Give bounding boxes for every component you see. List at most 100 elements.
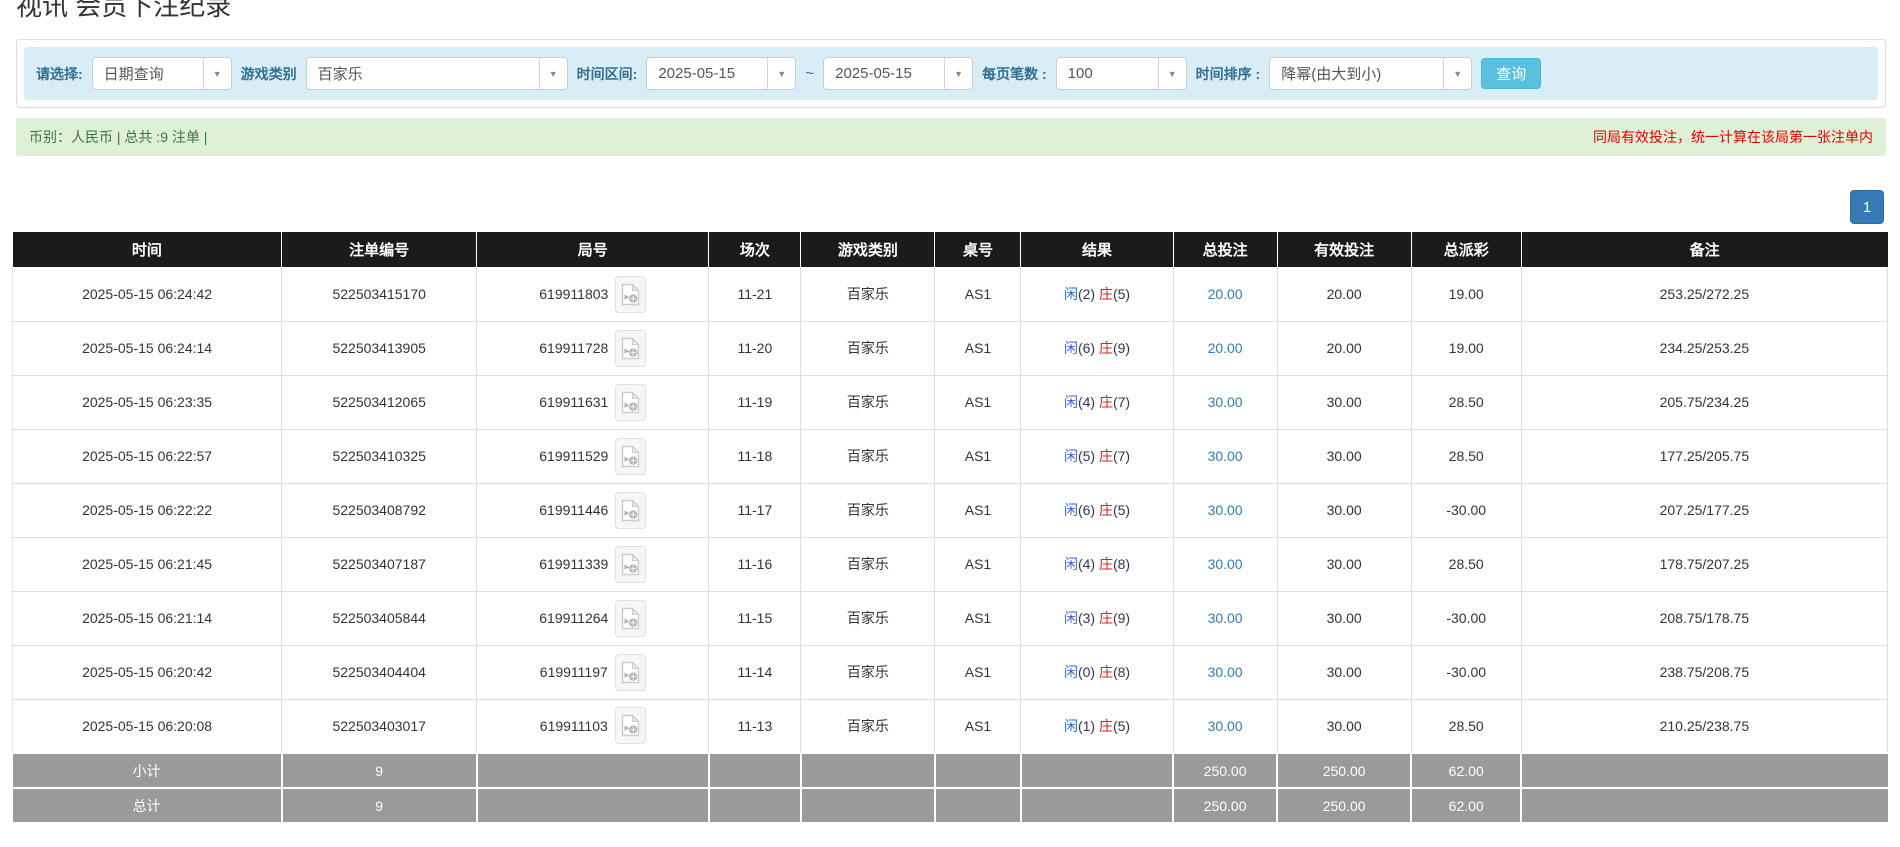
column-header: 总派彩 — [1411, 232, 1521, 267]
remark-cell: 177.25/205.75 — [1521, 429, 1887, 483]
player-result: 闲 — [1064, 556, 1078, 572]
game-type-cell: 百家乐 — [801, 645, 935, 699]
player-result: 闲 — [1064, 286, 1078, 302]
table-no-cell: AS1 — [935, 699, 1021, 753]
bet-records-table: 时间注单编号局号场次游戏类别桌号结果总投注有效投注总派彩备注 2025-05-1… — [12, 232, 1888, 824]
date-to-select[interactable]: 2025-05-15 ▼ — [823, 57, 973, 90]
session-cell: 11-21 — [709, 267, 801, 321]
banker-result: 庄 — [1099, 718, 1113, 734]
game-type-cell: 百家乐 — [801, 591, 935, 645]
table-no-cell: AS1 — [935, 591, 1021, 645]
time-cell: 2025-05-15 06:23:35 — [13, 375, 282, 429]
banker-score: (9) — [1113, 340, 1130, 356]
banker-score: (5) — [1113, 286, 1130, 302]
column-header: 备注 — [1521, 232, 1887, 267]
time-cell: 2025-05-15 06:24:42 — [13, 267, 282, 321]
time-cell: 2025-05-15 06:20:42 — [13, 645, 282, 699]
player-result: 闲 — [1064, 502, 1078, 518]
footer-count-cell: 9 — [282, 753, 477, 788]
film-document-icon — [621, 499, 640, 522]
player-score: (0) — [1078, 664, 1095, 680]
session-cell: 11-13 — [709, 699, 801, 753]
valid-bet-cell: 30.00 — [1277, 375, 1411, 429]
page-number-button[interactable]: 1 — [1850, 190, 1884, 224]
table-row: 2025-05-15 06:20:08522503403017619911103… — [13, 699, 1888, 753]
result-cell: 闲(5) 庄(7) — [1021, 429, 1173, 483]
remark-cell: 210.25/238.75 — [1521, 699, 1887, 753]
table-row: 2025-05-15 06:20:42522503404404619911197… — [13, 645, 1888, 699]
valid-bet-cell: 30.00 — [1277, 537, 1411, 591]
select-mode-label: 请选择: — [36, 64, 83, 84]
game-type-cell: 百家乐 — [801, 699, 935, 753]
video-replay-button[interactable] — [615, 600, 646, 637]
total-bet-link[interactable]: 30.00 — [1208, 664, 1243, 680]
round-id-cell: 619911197 — [477, 645, 709, 699]
column-header: 桌号 — [935, 232, 1021, 267]
time-sort-select[interactable]: 降幂(由大到小) ▼ — [1269, 57, 1472, 90]
date-from-select[interactable]: 2025-05-15 ▼ — [646, 57, 796, 90]
bet-id-cell: 522503403017 — [282, 699, 477, 753]
column-header: 注单编号 — [282, 232, 477, 267]
session-cell: 11-14 — [709, 645, 801, 699]
player-score: (4) — [1078, 394, 1095, 410]
result-cell: 闲(0) 庄(8) — [1021, 645, 1173, 699]
game-type-cell: 百家乐 — [801, 483, 935, 537]
total-bet-cell: 30.00 — [1173, 591, 1277, 645]
chevron-down-icon: ▼ — [1443, 58, 1471, 89]
total-bet-cell: 30.00 — [1173, 429, 1277, 483]
video-replay-button[interactable] — [615, 330, 646, 367]
query-button[interactable]: 查询 — [1481, 58, 1541, 89]
bet-id-cell: 522503415170 — [282, 267, 477, 321]
video-replay-button[interactable] — [615, 438, 646, 475]
banker-result: 庄 — [1099, 556, 1113, 572]
video-replay-button[interactable] — [615, 546, 646, 583]
total-bet-link[interactable]: 30.00 — [1208, 610, 1243, 626]
video-replay-button[interactable] — [615, 492, 646, 529]
round-id-cell: 619911339 — [477, 537, 709, 591]
video-replay-button[interactable] — [615, 707, 646, 744]
column-header: 有效投注 — [1277, 232, 1411, 267]
total-bet-link[interactable]: 30.00 — [1208, 502, 1243, 518]
player-result: 闲 — [1064, 718, 1078, 734]
session-cell: 11-20 — [709, 321, 801, 375]
result-cell: 闲(6) 庄(5) — [1021, 483, 1173, 537]
film-document-icon — [621, 445, 640, 468]
total-bet-link[interactable]: 30.00 — [1208, 448, 1243, 464]
session-cell: 11-17 — [709, 483, 801, 537]
round-id-content: 619911103 — [481, 707, 704, 744]
remark-cell: 238.75/208.75 — [1521, 645, 1887, 699]
remark-cell: 207.25/177.25 — [1521, 483, 1887, 537]
banker-result: 庄 — [1099, 340, 1113, 356]
footer-valid-bet-cell: 250.00 — [1277, 753, 1411, 788]
total-bet-link[interactable]: 20.00 — [1208, 340, 1243, 356]
total-bet-cell: 30.00 — [1173, 375, 1277, 429]
valid-bet-cell: 30.00 — [1277, 429, 1411, 483]
round-id-content: 619911728 — [481, 330, 704, 367]
grandtotal-row: 总计9250.00250.0062.00 — [13, 788, 1888, 823]
game-type-select[interactable]: 百家乐 ▼ — [306, 57, 568, 90]
total-bet-link[interactable]: 30.00 — [1208, 718, 1243, 734]
banker-result: 庄 — [1099, 664, 1113, 680]
page-size-select[interactable]: 100 ▼ — [1056, 57, 1187, 90]
payout-cell: 28.50 — [1411, 699, 1521, 753]
chevron-down-icon: ▼ — [539, 58, 567, 89]
date-range-label: 时间区间: — [577, 64, 638, 84]
total-bet-link[interactable]: 30.00 — [1208, 394, 1243, 410]
page: 视讯 会员下注纪录 请选择: 日期查询 ▼ 游戏类别 百家乐 ▼ 时间区间: 2… — [0, 0, 1900, 847]
table-no-cell: AS1 — [935, 267, 1021, 321]
bet-id-cell: 522503408792 — [282, 483, 477, 537]
column-header: 场次 — [709, 232, 801, 267]
result-cell: 闲(4) 庄(8) — [1021, 537, 1173, 591]
video-replay-button[interactable] — [615, 384, 646, 421]
table-row: 2025-05-15 06:21:45522503407187619911339… — [13, 537, 1888, 591]
round-id-value: 619911339 — [539, 556, 608, 572]
column-header: 局号 — [477, 232, 709, 267]
query-mode-select[interactable]: 日期查询 ▼ — [92, 57, 232, 90]
total-bet-link[interactable]: 20.00 — [1208, 286, 1243, 302]
video-replay-button[interactable] — [615, 654, 646, 691]
footer-payout-cell: 62.00 — [1411, 788, 1521, 823]
total-bet-cell: 20.00 — [1173, 267, 1277, 321]
video-replay-button[interactable] — [615, 276, 646, 313]
total-bet-link[interactable]: 30.00 — [1208, 556, 1243, 572]
footer-total-bet-cell: 250.00 — [1173, 788, 1277, 823]
